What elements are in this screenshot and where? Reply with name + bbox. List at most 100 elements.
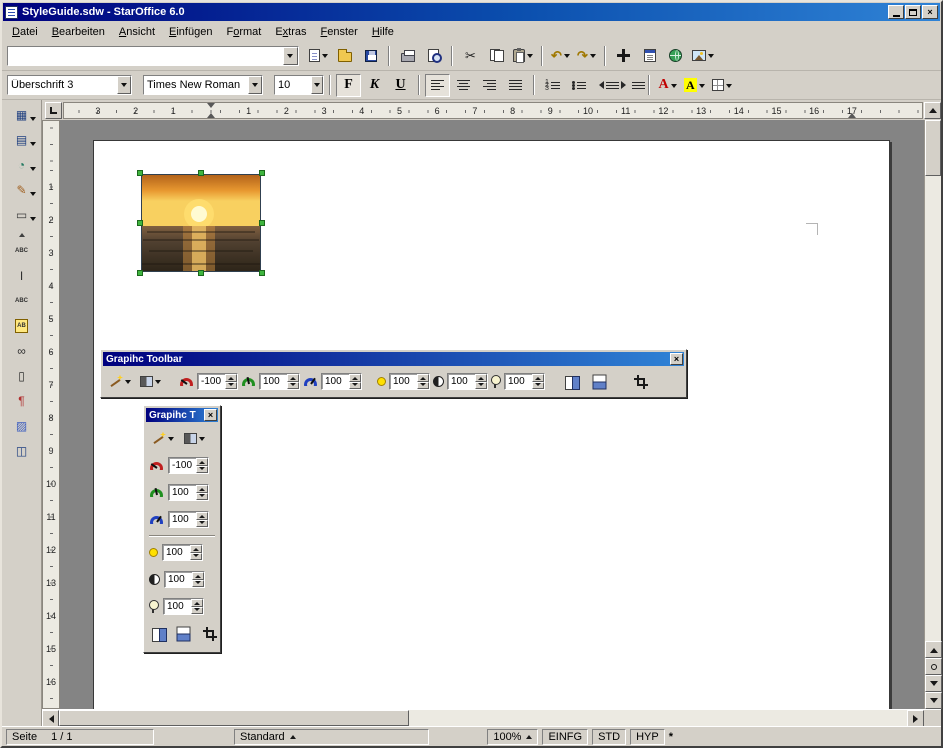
- selection-mode-cell[interactable]: STD: [592, 729, 626, 745]
- spellcheck-button[interactable]: ABC: [6, 239, 37, 263]
- blue-spinbox-v[interactable]: 100: [168, 511, 209, 528]
- numbered-list-button[interactable]: [540, 74, 565, 97]
- contrast-spinbox-v[interactable]: 100: [164, 571, 205, 588]
- data-sources-button[interactable]: ▯: [6, 364, 37, 388]
- graphic-toolbar-small-close-button[interactable]: ×: [204, 409, 217, 421]
- red-increase-button-v[interactable]: [196, 458, 208, 466]
- align-center-button[interactable]: [451, 74, 476, 97]
- menu-fenster[interactable]: Fenster: [314, 24, 365, 40]
- gallery-button[interactable]: [689, 44, 717, 67]
- font-name-dropdown-button[interactable]: [248, 76, 262, 94]
- insert-fields-button[interactable]: ▤: [6, 128, 37, 152]
- undo-button[interactable]: ↶: [548, 44, 573, 67]
- green-spinbox[interactable]: 100: [259, 373, 300, 390]
- borders-button[interactable]: [709, 74, 735, 97]
- next-page-button[interactable]: [925, 675, 942, 692]
- highlighting-button[interactable]: A: [681, 74, 708, 97]
- font-name-field[interactable]: [143, 75, 263, 95]
- hyperlink-dialog-button[interactable]: [663, 44, 688, 67]
- graphics-mode-button-v[interactable]: [181, 427, 208, 450]
- maximize-button[interactable]: [905, 5, 921, 19]
- gamma-decrease-button-v[interactable]: [191, 607, 203, 615]
- direct-cursor-button[interactable]: I: [6, 264, 37, 288]
- blue-spinbox[interactable]: 100: [321, 373, 362, 390]
- scroll-left-button[interactable]: [42, 710, 59, 727]
- scroll-up-button[interactable]: [924, 102, 941, 119]
- flip-horizontal-button-v[interactable]: [149, 622, 170, 645]
- vertical-scrollbar-thumb[interactable]: [925, 120, 941, 176]
- crop-button-v[interactable]: [199, 622, 220, 645]
- insert-button[interactable]: ▦: [6, 103, 37, 127]
- blue-increase-button-v[interactable]: [196, 512, 208, 520]
- open-button[interactable]: [332, 44, 357, 67]
- hyperlink-mode-cell[interactable]: HYP: [630, 729, 665, 745]
- load-url-dropdown-button[interactable]: [283, 47, 298, 65]
- bold-button[interactable]: F: [336, 74, 361, 97]
- stylist-button[interactable]: [637, 44, 662, 67]
- horizontal-ruler[interactable]: 3211234567891011121314151617: [63, 102, 923, 119]
- font-size-input[interactable]: [275, 76, 311, 94]
- blue-decrease-button[interactable]: [349, 382, 361, 390]
- resize-handle-sw[interactable]: [137, 270, 143, 276]
- graphic-toolbar-floating[interactable]: Grapihc Toolbar × -100 100 1: [100, 349, 687, 398]
- blue-increase-button[interactable]: [349, 374, 361, 382]
- save-button[interactable]: [358, 44, 383, 67]
- filter-button[interactable]: [106, 370, 134, 393]
- resize-handle-nw[interactable]: [137, 170, 143, 176]
- menu-datei[interactable]: Datei: [5, 24, 45, 40]
- navigator-button[interactable]: [611, 44, 636, 67]
- left-indent-marker[interactable]: [207, 109, 215, 118]
- red-increase-button[interactable]: [225, 374, 237, 382]
- brightness-spinbox[interactable]: 100: [389, 373, 430, 390]
- bullet-list-button[interactable]: [566, 74, 591, 97]
- cut-button[interactable]: ✂: [458, 44, 483, 67]
- green-spinbox-v[interactable]: 100: [168, 484, 209, 501]
- font-size-dropdown-button[interactable]: [311, 76, 323, 94]
- paste-button[interactable]: [510, 44, 536, 67]
- increase-indent-button[interactable]: [618, 74, 643, 97]
- red-spinbox-v[interactable]: -100: [168, 457, 209, 474]
- copy-button[interactable]: [484, 44, 509, 67]
- green-decrease-button-v[interactable]: [196, 493, 208, 501]
- italic-button[interactable]: K: [362, 74, 387, 97]
- online-layout-button[interactable]: ◫: [6, 439, 37, 463]
- green-increase-button-v[interactable]: [196, 485, 208, 493]
- blue-decrease-button-v[interactable]: [196, 520, 208, 528]
- contrast-spinbox[interactable]: 100: [447, 373, 488, 390]
- font-name-input[interactable]: [144, 76, 248, 94]
- menu-hilfe[interactable]: Hilfe: [365, 24, 401, 40]
- zoom-cell[interactable]: 100%: [487, 729, 538, 745]
- insert-objects-button[interactable]: ◔: [6, 153, 37, 177]
- tab-stop-selector[interactable]: [45, 102, 62, 119]
- crop-button[interactable]: [628, 370, 653, 393]
- resize-handle-e[interactable]: [259, 220, 265, 226]
- align-left-button[interactable]: [425, 74, 450, 97]
- vertical-scrollbar-track[interactable]: [925, 176, 941, 641]
- search-button[interactable]: ∞: [6, 339, 37, 363]
- flip-vertical-button[interactable]: [588, 370, 613, 393]
- resize-handle-w[interactable]: [137, 220, 143, 226]
- brightness-increase-button[interactable]: [417, 374, 429, 382]
- print-button[interactable]: [395, 44, 420, 67]
- vertical-scrollbar[interactable]: [924, 120, 941, 709]
- resize-handle-se[interactable]: [259, 270, 265, 276]
- decrease-indent-button[interactable]: [592, 74, 617, 97]
- document-view[interactable]: Grapihc Toolbar × -100 100 1: [60, 120, 924, 709]
- menu-einfuegen[interactable]: Einfügen: [162, 24, 219, 40]
- gamma-spinbox[interactable]: 100: [504, 373, 545, 390]
- vertical-ruler[interactable]: 1234567891011121314151617: [42, 120, 60, 709]
- redo-button[interactable]: ↷: [574, 44, 599, 67]
- red-spinbox[interactable]: -100: [197, 373, 238, 390]
- underline-button[interactable]: U: [388, 74, 413, 97]
- horizontal-scrollbar-thumb[interactable]: [59, 710, 409, 726]
- paragraph-style-field[interactable]: [7, 75, 132, 95]
- horizontal-scrollbar[interactable]: [42, 709, 941, 726]
- contrast-increase-button[interactable]: [475, 374, 487, 382]
- page-style-cell[interactable]: Standard: [234, 729, 429, 745]
- scroll-right-button[interactable]: [907, 710, 924, 727]
- brightness-spinbox-v[interactable]: 100: [162, 544, 203, 561]
- font-size-field[interactable]: [274, 75, 324, 95]
- new-document-button[interactable]: [306, 44, 331, 67]
- brightness-increase-button-v[interactable]: [190, 545, 202, 553]
- contrast-decrease-button-v[interactable]: [192, 580, 204, 588]
